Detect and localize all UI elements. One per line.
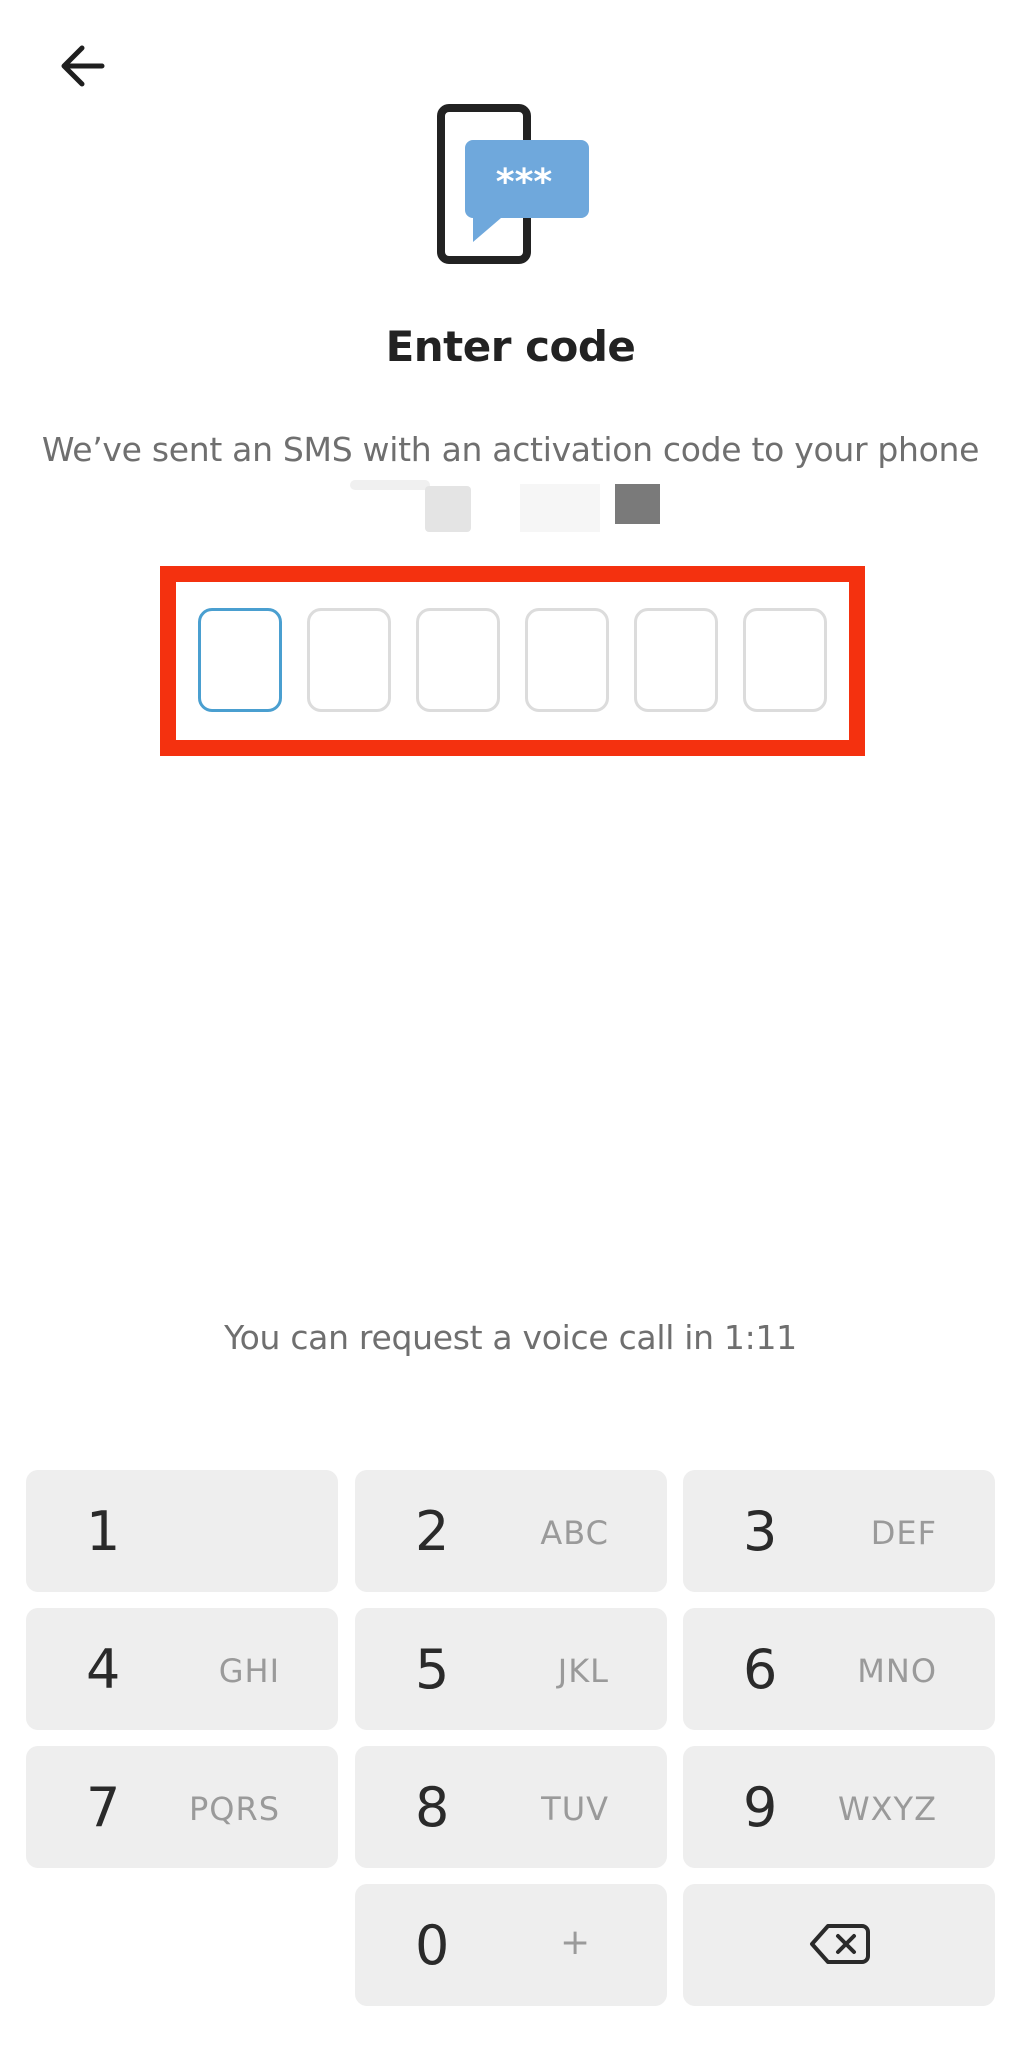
key-letters: ABC (540, 1514, 609, 1552)
backspace-key[interactable] (683, 1884, 995, 2006)
key-5[interactable]: 5 JKL (355, 1608, 667, 1730)
backspace-icon (810, 1924, 870, 1964)
code-input[interactable] (198, 608, 827, 712)
page-title: Enter code (385, 322, 636, 371)
key-digit: 6 (743, 1638, 778, 1701)
key-6[interactable]: 6 MNO (683, 1608, 995, 1730)
key-digit: 8 (415, 1776, 450, 1839)
key-letters: GHI (218, 1652, 280, 1690)
key-2[interactable]: 2 ABC (355, 1470, 667, 1592)
key-digit: 9 (743, 1776, 778, 1839)
voice-call-timer: You can request a voice call in 1:11 (224, 1318, 797, 1357)
key-letters: TUV (541, 1790, 609, 1828)
masked-phone-number (340, 474, 700, 534)
key-letters: PQRS (188, 1790, 280, 1828)
key-3[interactable]: 3 DEF (683, 1470, 995, 1592)
code-digit-1[interactable] (198, 608, 282, 712)
code-digit-6[interactable] (743, 608, 827, 712)
arrow-left-icon (61, 45, 105, 87)
key-letters: DEF (870, 1514, 937, 1552)
key-digit: 0 (415, 1914, 450, 1977)
code-digit-3[interactable] (416, 608, 500, 712)
code-digit-2[interactable] (307, 608, 391, 712)
code-digit-5[interactable] (634, 608, 718, 712)
key-letters: JKL (557, 1652, 609, 1690)
key-8[interactable]: 8 TUV (355, 1746, 667, 1868)
key-digit: 5 (415, 1638, 450, 1701)
key-letters: WXYZ (837, 1790, 937, 1828)
key-digit: 4 (86, 1638, 121, 1701)
key-digit: 7 (86, 1776, 121, 1839)
phone-sms-icon: *** (433, 104, 593, 270)
key-digit: 2 (415, 1500, 450, 1563)
key-digit: 1 (86, 1500, 121, 1563)
key-plus: + (560, 1922, 591, 1963)
key-7[interactable]: 7 PQRS (26, 1746, 338, 1868)
back-button[interactable] (50, 36, 120, 96)
key-0[interactable]: 0 + (355, 1884, 667, 2006)
key-4[interactable]: 4 GHI (26, 1608, 338, 1730)
key-digit: 3 (743, 1500, 778, 1563)
code-digit-4[interactable] (525, 608, 609, 712)
bubble-text: *** (496, 162, 553, 203)
key-9[interactable]: 9 WXYZ (683, 1746, 995, 1868)
key-1[interactable]: 1 (26, 1470, 338, 1592)
sms-sent-message: We’ve sent an SMS with an activation cod… (41, 430, 980, 469)
key-letters: MNO (857, 1652, 937, 1690)
